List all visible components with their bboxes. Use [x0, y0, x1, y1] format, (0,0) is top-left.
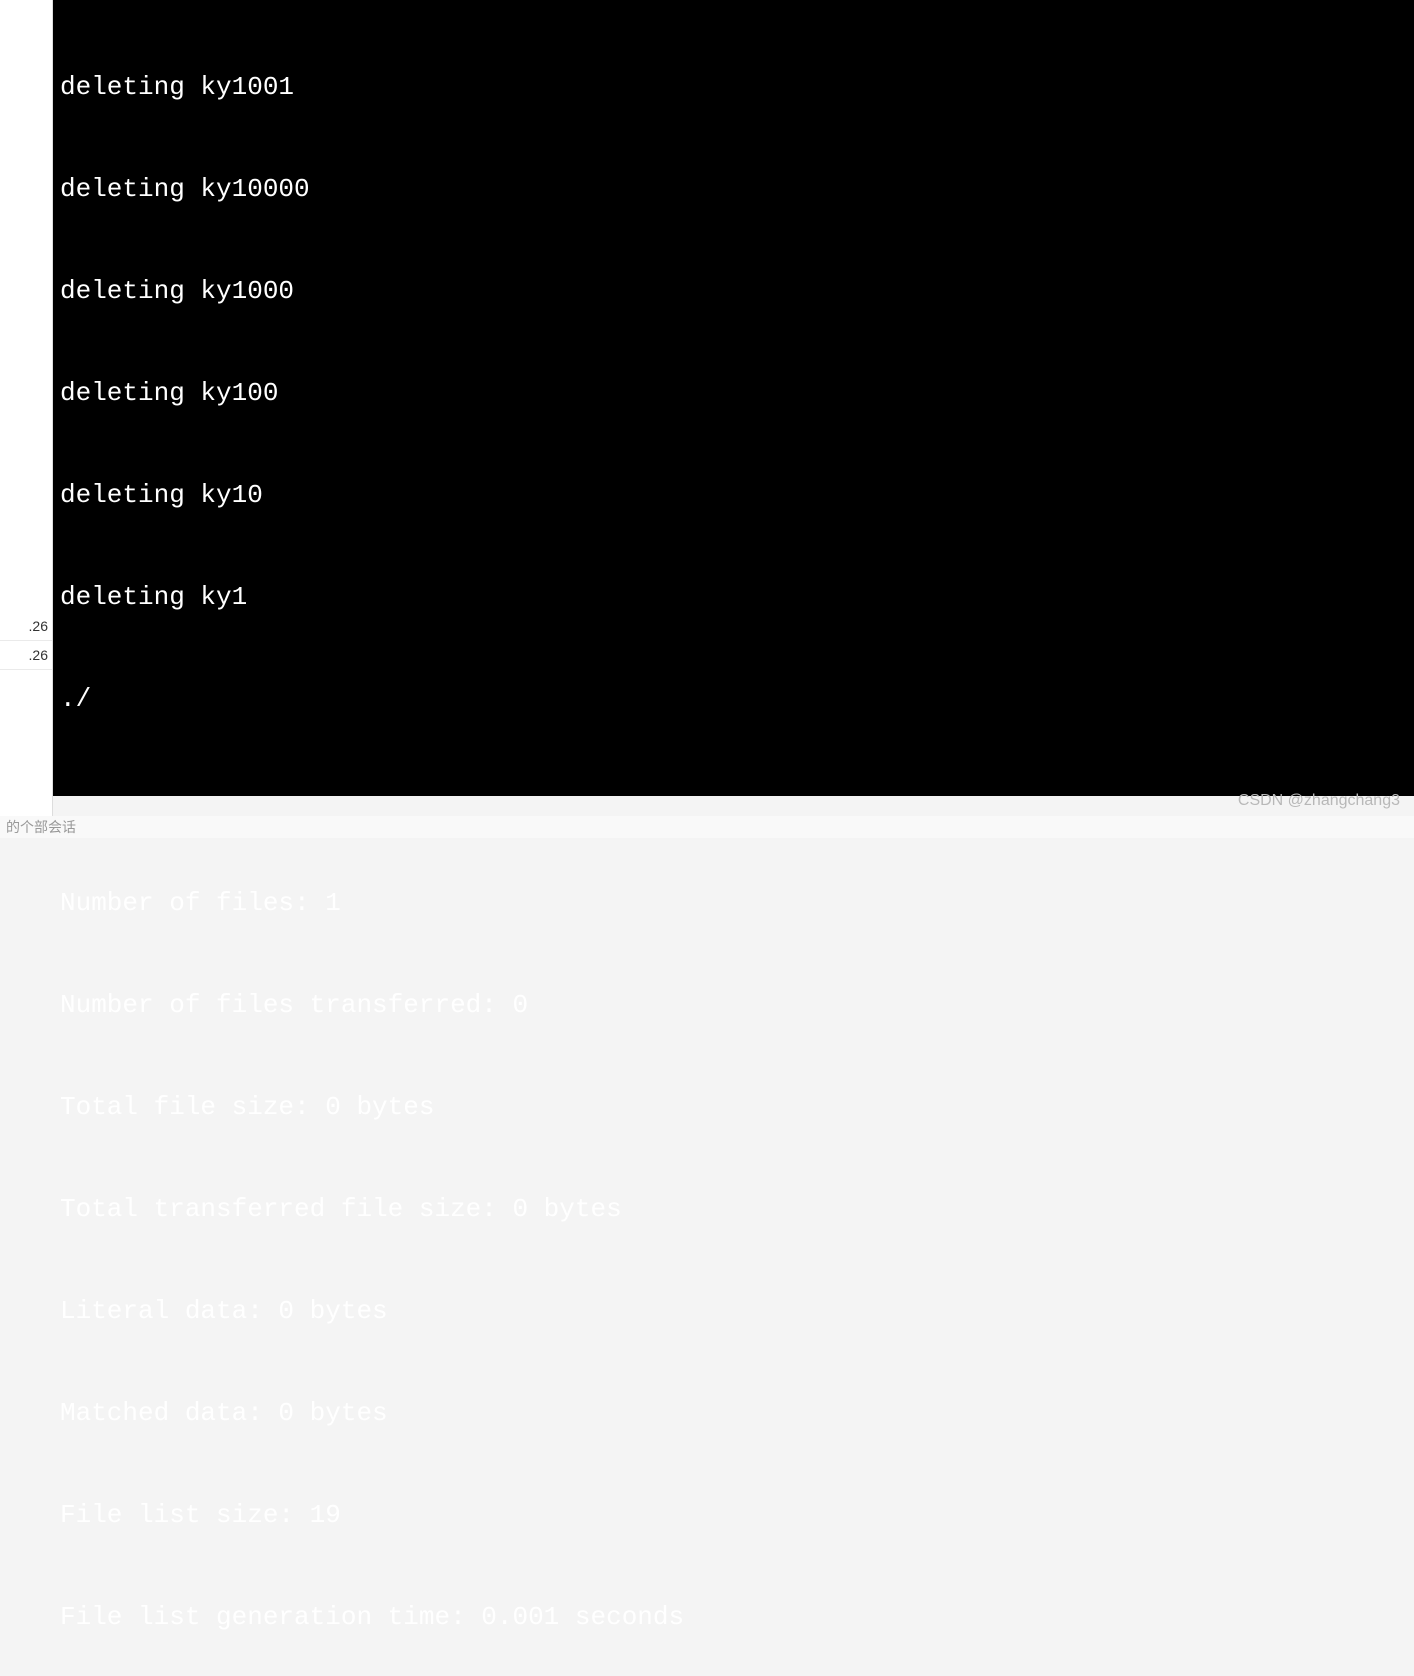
terminal-line: Number of files: 1: [60, 886, 1414, 920]
terminal-line: File list generation time: 0.001 seconds: [60, 1600, 1414, 1634]
terminal-output[interactable]: deleting ky1001 deleting ky10000 deletin…: [53, 0, 1414, 796]
status-bar: 的个部会话: [0, 816, 1414, 838]
terminal-line: deleting ky10000: [60, 172, 1414, 206]
terminal-line: deleting ky1: [60, 580, 1414, 614]
terminal-line: Total transferred file size: 0 bytes: [60, 1192, 1414, 1226]
sidebar-item[interactable]: .26: [0, 641, 52, 670]
terminal-line: Number of files transferred: 0: [60, 988, 1414, 1022]
terminal-line: ./: [60, 682, 1414, 716]
terminal-line: File list size: 19: [60, 1498, 1414, 1532]
watermark: CSDN @zhangchang3: [1238, 792, 1400, 810]
terminal-line: deleting ky1000: [60, 274, 1414, 308]
terminal-line: [60, 784, 1414, 818]
status-text: 的个部会话: [6, 817, 76, 837]
terminal-line: Literal data: 0 bytes: [60, 1294, 1414, 1328]
sidebar-item[interactable]: .26: [0, 612, 52, 641]
terminal-line: Matched data: 0 bytes: [60, 1396, 1414, 1430]
terminal-line: Total file size: 0 bytes: [60, 1090, 1414, 1124]
sidebar: .26 .26: [0, 0, 53, 838]
terminal-line: deleting ky10: [60, 478, 1414, 512]
terminal-line: deleting ky1001: [60, 70, 1414, 104]
terminal-line: deleting ky100: [60, 376, 1414, 410]
